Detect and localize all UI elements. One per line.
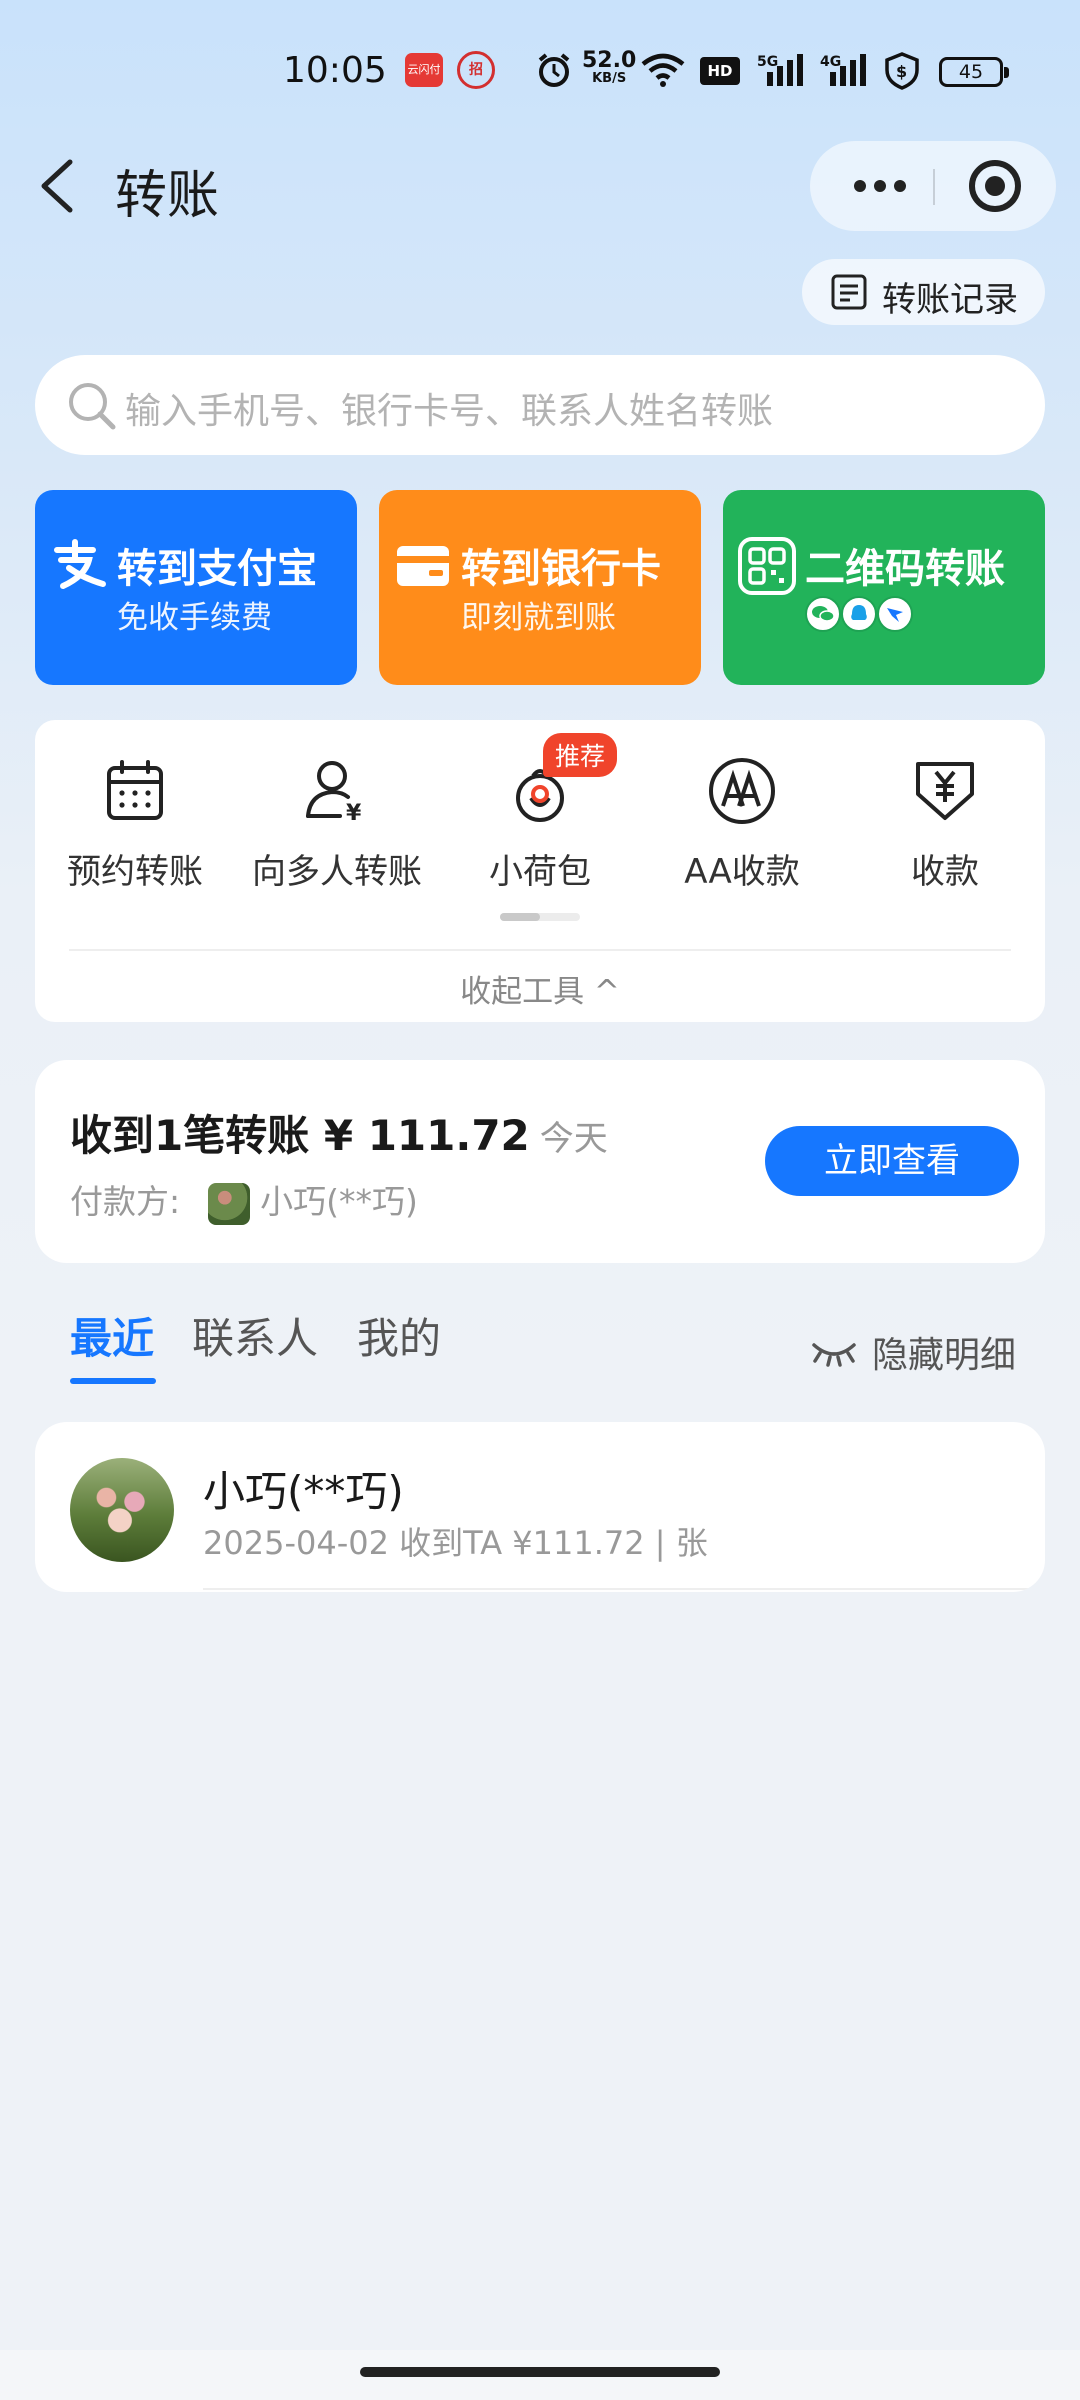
svg-text:$: $	[896, 62, 907, 81]
contact-avatar	[70, 1458, 174, 1562]
wechat-icon	[805, 596, 841, 632]
tool-aa-collect[interactable]: AA收款	[642, 756, 842, 893]
payer-row: 付款方: 小巧(**巧)	[70, 1175, 418, 1225]
tool-label: 预约转账	[67, 852, 203, 892]
qr-code-icon	[738, 537, 796, 595]
collapse-tools-button[interactable]: 收起工具 ^	[35, 966, 1045, 1011]
document-list-icon	[831, 274, 867, 310]
alipay-icon	[54, 539, 106, 589]
payer-label: 付款方:	[70, 1182, 181, 1221]
more-options-icon[interactable]	[830, 141, 930, 231]
alipay-subtitle: 免收手续费	[117, 600, 272, 636]
qq-icon	[841, 596, 877, 632]
svg-text:5G: 5G	[757, 54, 778, 70]
signal-5g-icon: 5G	[757, 54, 803, 86]
capsule-divider	[933, 169, 935, 205]
payer-avatar	[208, 1182, 251, 1225]
supported-apps	[805, 596, 913, 632]
notice-date: 今天	[539, 1119, 608, 1159]
status-bar: 10:05 云闪付 招 52.0 KB/S HD 5G 4G $ 45	[0, 44, 1080, 104]
receive-yuan-icon	[916, 762, 974, 820]
tool-label: 小荷包	[489, 852, 591, 892]
calendar-icon	[107, 760, 163, 820]
bank-card-title: 转到银行卡	[461, 546, 661, 592]
alipay-title: 转到支付宝	[117, 546, 317, 592]
tool-label: 收款	[911, 852, 979, 892]
bank-card-icon	[397, 546, 449, 586]
received-transfer-notice[interactable]: 收到1笔转账 ¥ 111.72 今天 付款方: 小巧(**巧) 立即查看	[35, 1060, 1045, 1263]
tool-label: 向多人转账	[252, 852, 422, 892]
dingtalk-icon	[877, 596, 913, 632]
contact-meta: 2025-04-02 收到TA ¥111.72 | 张	[203, 1524, 708, 1562]
eye-closed-icon	[812, 1343, 856, 1367]
transfer-to-alipay-button[interactable]: 转到支付宝 免收手续费	[35, 490, 357, 685]
notice-title: 收到1笔转账 ¥ 111.72	[70, 1111, 530, 1160]
payer-name: 小巧(**巧)	[260, 1182, 418, 1221]
qr-code-title: 二维码转账	[805, 546, 1005, 592]
transfer-records-button[interactable]: 转账记录	[802, 259, 1045, 325]
home-indicator[interactable]	[360, 2367, 720, 2377]
back-button[interactable]	[34, 156, 84, 216]
mini-program-capsule	[810, 141, 1056, 231]
search-input[interactable]: 输入手机号、银行卡号、联系人姓名转账	[35, 355, 1045, 455]
page-title: 转账	[115, 166, 220, 226]
view-now-button[interactable]: 立即查看	[765, 1126, 1019, 1196]
search-icon	[69, 383, 116, 430]
bank-card-subtitle: 即刻就到账	[461, 600, 616, 636]
tab-mine[interactable]: 我的	[357, 1305, 441, 1366]
tab-contacts[interactable]: 联系人	[192, 1305, 318, 1366]
transfer-records-label: 转账记录	[882, 280, 1018, 320]
tools-panel: 预约转账 ¥ 向多人转账 小荷包 AA收款 收款 推荐 收起工具 ^	[35, 720, 1045, 1022]
cmb-app-icon: 招	[457, 51, 495, 89]
tools-divider	[69, 949, 1011, 951]
hd-icon: HD	[700, 57, 740, 85]
notice-header: 收到1笔转账 ¥ 111.72 今天	[70, 1102, 608, 1163]
hide-details-label: 隐藏明细	[872, 1335, 1017, 1376]
tool-multi-transfer[interactable]: ¥ 向多人转账	[237, 756, 437, 893]
battery-icon: 45	[939, 57, 1009, 87]
transfer-to-bank-card-button[interactable]: 转到银行卡 即刻就到账	[379, 490, 701, 685]
svg-text:¥: ¥	[346, 801, 362, 826]
qr-code-transfer-button[interactable]: 二维码转账	[723, 490, 1045, 685]
recent-contact-item[interactable]: 小巧(**巧) 2025-04-02 收到TA ¥111.72 | 张	[35, 1422, 1045, 1592]
contact-divider	[203, 1588, 1045, 1590]
net-speed: 52.0 KB/S	[582, 48, 637, 86]
aa-icon	[709, 758, 775, 824]
tab-recent[interactable]: 最近	[70, 1305, 154, 1366]
tool-small-purse[interactable]: 小荷包	[440, 756, 640, 893]
tool-scheduled-transfer[interactable]: 预约转账	[35, 756, 235, 893]
recommend-badge: 推荐	[543, 733, 618, 777]
hide-details-button[interactable]: 隐藏明细	[810, 1326, 1016, 1378]
wifi-icon	[641, 53, 685, 87]
active-tab-indicator	[70, 1378, 156, 1384]
svg-text:4G: 4G	[820, 54, 841, 70]
alarm-icon	[538, 53, 570, 87]
signal-4g-icon: 4G	[820, 54, 866, 86]
multi-user-yuan-icon: ¥	[306, 761, 362, 826]
tool-label: AA收款	[684, 852, 800, 892]
unionpay-app-icon: 云闪付	[405, 53, 443, 87]
shield-icon: $	[885, 52, 919, 90]
contact-name: 小巧(**巧)	[203, 1467, 404, 1516]
search-placeholder: 输入手机号、银行卡号、联系人姓名转账	[125, 391, 774, 432]
tools-scroll-indicator	[500, 913, 580, 921]
close-target-icon[interactable]	[945, 141, 1045, 231]
status-time: 10:05	[283, 50, 387, 91]
tool-receive-money[interactable]: 收款	[845, 756, 1045, 893]
